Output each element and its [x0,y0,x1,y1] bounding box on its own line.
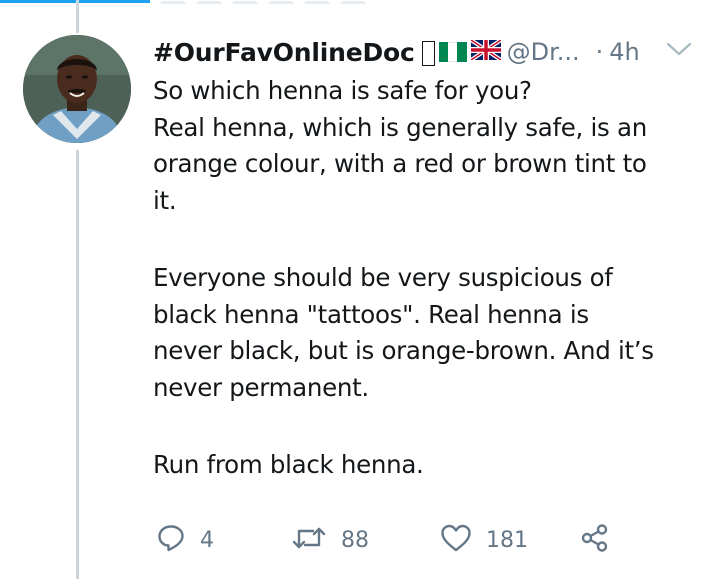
thread-connector-line-top [76,0,79,33]
retweet-button[interactable]: 88 [291,522,369,558]
reply-button[interactable]: 4 [156,522,214,558]
reply-bubble-icon [156,523,186,557]
like-button[interactable]: 181 [440,522,528,558]
tweet-header: #OurFavOnlineDoc @Dr... · 4h [153,34,698,70]
display-name[interactable]: #OurFavOnlineDoc [153,38,415,67]
top-accent-bar [0,0,150,3]
tweet-actions: 4 88 181 [156,522,626,558]
user-handle[interactable]: @Dr... [507,38,580,66]
tweet-line: never black, but is orange-brown. And it… [153,336,654,365]
share-icon [580,523,610,557]
profile-photo-icon [23,35,131,143]
nigeria-flag-icon [438,42,467,62]
chevron-down-icon[interactable] [666,41,692,61]
reply-count: 4 [200,527,214,553]
tweet-line: Everyone should be very suspicious of [153,263,613,292]
share-button[interactable] [580,522,610,558]
missing-glyph-icon [421,40,435,66]
tweet-line: black henna "tattoos". Real henna is [153,299,589,329]
like-count: 181 [486,527,528,553]
retweet-icon [291,523,327,557]
avatar[interactable] [23,35,131,143]
previous-tweet-fragments [160,0,390,4]
tweet-text: So which henna is safe for you? Real hen… [153,73,701,484]
tweet-line: Real henna, which is generally safe, is … [153,112,647,142]
separator-dot: · [595,38,604,66]
heart-icon [440,523,472,557]
thread-connector-line-bottom [76,150,79,579]
tweet-line: it. [153,185,177,215]
timestamp[interactable]: 4h [609,38,639,66]
tweet-line: Run from black henna. [153,450,424,479]
tweet-line: never permanent. [153,372,369,402]
tweet-line: orange colour, with a red or brown tint … [153,149,647,178]
tweet-line: So which henna is safe for you? [153,76,532,105]
retweet-count: 88 [341,527,369,553]
united-kingdom-flag-icon [469,38,502,64]
